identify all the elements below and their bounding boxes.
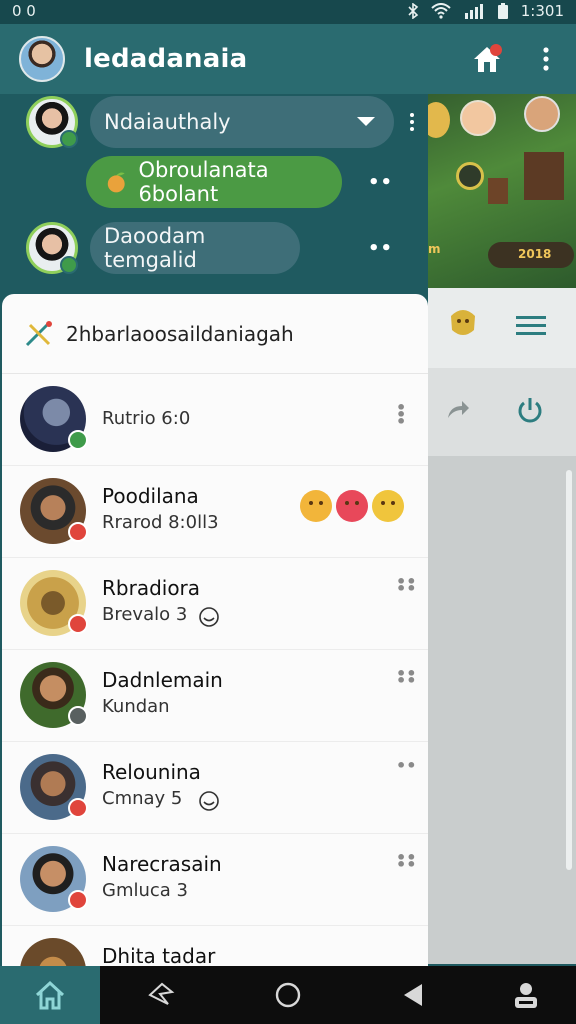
list-item[interactable]: Dadnlemain Kundan •• •• xyxy=(2,650,428,742)
conversation-text: Obroulanata 6bolant xyxy=(138,158,269,206)
app-title: ledadanaia xyxy=(84,44,248,74)
tools-icon xyxy=(25,320,52,346)
smile-emoji-icon xyxy=(300,490,332,522)
contact-name: Dadnlemain xyxy=(102,668,223,692)
status-badge xyxy=(68,890,88,910)
status-icons: 1:301 xyxy=(407,2,564,20)
more-horizontal-icon[interactable]: •• xyxy=(368,172,393,193)
status-time: 1:301 xyxy=(520,2,564,20)
chevron-down-icon[interactable] xyxy=(356,116,376,128)
card-header: 2hbarlaoosaildaniagah xyxy=(2,294,428,374)
emoji-icon xyxy=(460,100,496,136)
contact-subtitle: Cmnay 5 xyxy=(102,788,183,809)
system-nav-bar xyxy=(0,966,576,1024)
conversation-bubble[interactable]: Daoodam temgalid xyxy=(90,222,300,274)
conversation-text: Ndaiauthaly xyxy=(104,110,231,134)
scrollbar[interactable] xyxy=(566,470,572,870)
back-icon[interactable] xyxy=(398,980,428,1010)
game-score-left: m xyxy=(428,242,441,256)
contact-subtitle: Brevalo 3 xyxy=(102,604,188,625)
wifi-icon xyxy=(431,3,451,19)
status-badge xyxy=(68,706,88,726)
smile-emoji-icon xyxy=(336,490,368,522)
more-horizontal-icon[interactable]: •• •• xyxy=(396,574,416,597)
contact-subtitle: Rutrio 6:0 xyxy=(102,408,191,429)
contact-subtitle: Rrarod 8:0ll3 xyxy=(102,512,219,533)
more-vertical-icon[interactable] xyxy=(408,112,416,132)
home-icon xyxy=(35,980,65,1010)
contact-avatar xyxy=(26,96,78,148)
more-horizontal-icon[interactable]: •• xyxy=(396,758,416,774)
home-circle-icon[interactable] xyxy=(273,980,303,1010)
bluetooth-icon xyxy=(408,3,418,19)
card-title: 2hbarlaoosaildaniagah xyxy=(66,321,294,346)
contact-name: Rbradiora xyxy=(102,576,201,600)
fruit-icon xyxy=(107,172,125,193)
contact-subtitle: Gmluca 3 xyxy=(102,880,188,901)
contact-name: Relounina xyxy=(102,760,201,784)
contact-avatar xyxy=(26,222,78,274)
list-item[interactable]: Rutrio 6:0 • • • xyxy=(2,374,428,466)
status-badge xyxy=(68,430,88,450)
more-horizontal-icon[interactable]: •• •• xyxy=(396,666,416,689)
conversation-row[interactable]: Daoodam temgalid •• xyxy=(26,222,393,274)
sticker-smile-icon xyxy=(199,791,219,811)
sticker-smile-icon xyxy=(199,607,219,627)
status-badge xyxy=(68,614,88,634)
app-bar: ledadanaia xyxy=(0,24,576,94)
reaction-emojis xyxy=(300,490,404,522)
emoji-icon xyxy=(451,310,475,335)
contact-subtitle: Kundan xyxy=(102,696,170,717)
status-badge xyxy=(68,522,88,542)
more-horizontal-icon[interactable]: •• xyxy=(368,238,393,259)
list-item[interactable]: Poodilana Rrarod 8:0ll3 xyxy=(2,466,428,558)
home-tab[interactable] xyxy=(0,966,100,1024)
conversation-row[interactable]: Obroulanata 6bolant •• xyxy=(86,156,393,208)
share-arrow-icon[interactable] xyxy=(444,396,470,422)
signal-icon xyxy=(464,4,483,19)
game-token-icon xyxy=(456,162,484,190)
more-horizontal-icon[interactable]: •• •• xyxy=(396,850,416,873)
list-item[interactable]: Dhita tadar xyxy=(2,926,428,966)
contact-name: Narecrasain xyxy=(102,852,222,876)
game-score-badge: 2018 xyxy=(488,242,574,268)
status-badge xyxy=(68,798,88,818)
contact-name: Poodilana xyxy=(102,484,199,508)
account-icon[interactable] xyxy=(511,980,541,1010)
online-badge xyxy=(60,256,78,274)
game-building xyxy=(524,152,564,200)
profile-avatar[interactable] xyxy=(19,36,65,82)
conversation-text: Daoodam temgalid xyxy=(104,224,206,272)
more-vertical-icon[interactable]: • • • xyxy=(396,400,406,430)
emoji-icon xyxy=(428,102,450,138)
list-item[interactable]: Narecrasain Gmluca 3 •• •• xyxy=(2,834,428,926)
status-bar: 0 0 1:301 xyxy=(0,0,576,24)
home-notification-icon[interactable] xyxy=(470,42,504,76)
overflow-menu-icon[interactable] xyxy=(536,44,556,74)
contact-avatar xyxy=(20,938,86,966)
status-left-text: 0 0 xyxy=(12,2,36,20)
game-building xyxy=(488,178,508,204)
power-icon[interactable] xyxy=(515,395,545,425)
hamburger-menu-icon[interactable] xyxy=(516,314,546,338)
contact-name: Dhita tadar xyxy=(102,944,216,966)
conversation-bubble[interactable]: Obroulanata 6bolant xyxy=(86,156,342,208)
game-thumbnail: m 2018 xyxy=(428,94,576,288)
assistant-icon[interactable] xyxy=(146,980,176,1010)
conversation-row[interactable]: Ndaiauthaly xyxy=(26,96,416,148)
player-avatar xyxy=(524,96,560,132)
list-item[interactable]: Relounina Cmnay 5 •• xyxy=(2,742,428,834)
battery-icon xyxy=(497,3,508,19)
conversation-bubble[interactable]: Ndaiauthaly xyxy=(90,96,394,148)
online-badge xyxy=(60,130,78,148)
contact-list-card: 2hbarlaoosaildaniagah Rutrio 6:0 • • • Poo… xyxy=(2,294,428,966)
list-item[interactable]: Rbradiora Brevalo 3 •• •• xyxy=(2,558,428,650)
wink-emoji-icon xyxy=(372,490,404,522)
